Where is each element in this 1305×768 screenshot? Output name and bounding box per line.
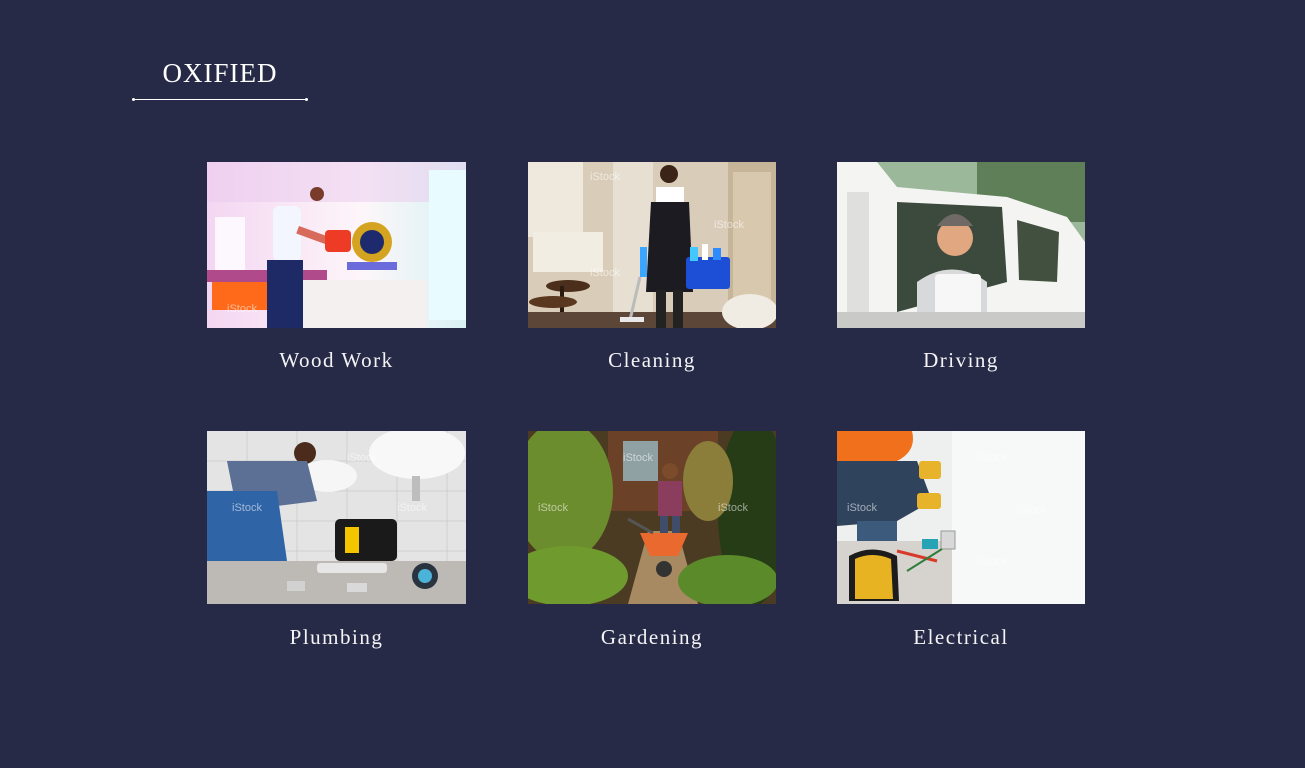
svg-text:iStock: iStock — [977, 452, 1007, 464]
brand-logo[interactable]: OXIFIED — [132, 56, 308, 106]
driving-photo[interactable] — [837, 162, 1085, 328]
svg-text:iStock: iStock — [977, 556, 1007, 568]
svg-text:iStock: iStock — [718, 502, 748, 514]
woodwork-photo[interactable]: iStock — [207, 162, 466, 328]
svg-text:iStock: iStock — [347, 452, 377, 464]
svg-text:iStock: iStock — [590, 267, 620, 279]
brand-title: OXIFIED — [162, 58, 278, 88]
service-label: Electrical — [913, 625, 1009, 649]
electrical-photo[interactable]: iStock iStock iStock iStock — [837, 431, 1085, 604]
svg-text:iStock: iStock — [227, 303, 257, 315]
svg-text:iStock: iStock — [623, 452, 653, 464]
service-label: Driving — [923, 348, 999, 372]
svg-text:iStock: iStock — [538, 502, 568, 514]
cleaning-photo[interactable]: iStock iStock iStock — [528, 162, 776, 328]
plumbing-photo[interactable]: iStock iStock iStock — [207, 431, 466, 604]
svg-text:iStock: iStock — [847, 502, 877, 514]
gardening-photo[interactable]: iStock iStock iStock — [528, 431, 776, 604]
svg-text:iStock: iStock — [397, 502, 427, 514]
service-label: Gardening — [600, 625, 704, 649]
svg-text:iStock: iStock — [232, 502, 262, 514]
service-label: Wood Work — [279, 348, 394, 372]
service-label: Cleaning — [608, 348, 696, 372]
svg-text:iStock: iStock — [1017, 504, 1047, 516]
brand-underline — [132, 98, 308, 101]
svg-text:iStock: iStock — [714, 219, 744, 231]
svg-text:iStock: iStock — [590, 171, 620, 183]
service-label: Plumbing — [289, 625, 384, 649]
